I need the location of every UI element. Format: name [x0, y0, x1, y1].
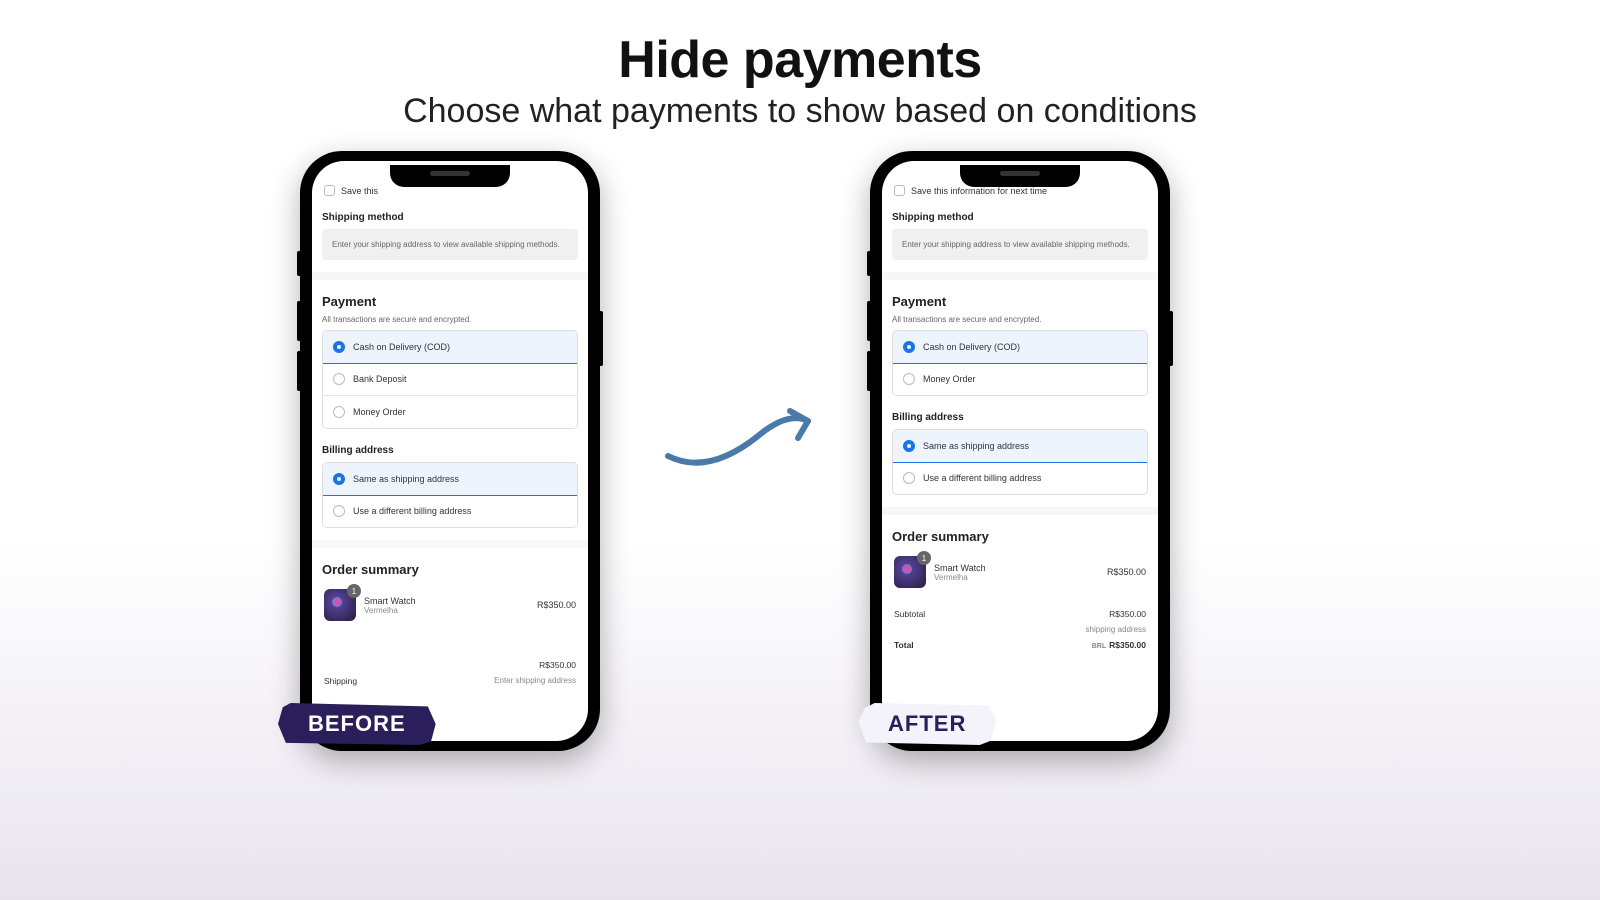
radio-icon	[903, 472, 915, 484]
order-summary-title: Order summary	[892, 529, 1148, 544]
product-image: 1	[324, 589, 356, 621]
payment-options: Cash on Delivery (COD) Money Order	[892, 330, 1148, 396]
payment-option-bank[interactable]: Bank Deposit	[323, 363, 577, 396]
payment-title: Payment	[892, 294, 1148, 309]
qty-badge: 1	[917, 551, 931, 565]
radio-icon	[903, 440, 915, 452]
total-value: R$350.00	[1109, 640, 1146, 650]
shipping-value: shipping address	[1086, 625, 1146, 634]
checkout-screen-before: Save this Shipping method Enter your shi…	[312, 181, 588, 741]
option-label: Use a different billing address	[923, 473, 1041, 483]
radio-icon	[903, 373, 915, 385]
product-variant: Vermelha	[364, 606, 529, 615]
before-badge: BEFORE	[278, 703, 436, 745]
radio-icon	[333, 373, 345, 385]
page-title: Hide payments	[0, 30, 1600, 90]
product-name: Smart Watch	[364, 596, 529, 606]
product-image: 1	[894, 556, 926, 588]
order-summary-title: Order summary	[322, 562, 578, 577]
radio-icon	[333, 341, 345, 353]
line-item: 1 Smart Watch Vermelha R$350.00	[322, 583, 578, 627]
payment-option-cod[interactable]: Cash on Delivery (COD)	[892, 330, 1148, 364]
billing-title: Billing address	[322, 445, 578, 456]
radio-icon	[903, 341, 915, 353]
shipping-label: Shipping	[324, 676, 357, 686]
arrow-icon	[658, 396, 828, 476]
option-label: Same as shipping address	[923, 441, 1029, 451]
after-badge: AFTER	[858, 703, 996, 745]
radio-icon	[333, 473, 345, 485]
billing-options: Same as shipping address Use a different…	[892, 429, 1148, 495]
billing-option-same[interactable]: Same as shipping address	[892, 429, 1148, 463]
subtotal-label: Subtotal	[894, 609, 925, 619]
total-label: Total	[894, 640, 914, 650]
save-info-row[interactable]: Save this information for next time	[892, 181, 1148, 204]
option-label: Money Order	[923, 374, 976, 384]
shipping-row: shipping address	[892, 622, 1148, 637]
product-name: Smart Watch	[934, 563, 1099, 573]
subtotal-row: Subtotal R$350.00	[892, 606, 1148, 622]
currency: BRL	[1092, 643, 1106, 650]
phone-after: Save this information for next time Ship…	[870, 151, 1170, 751]
phones-container: Save this Shipping method Enter your shi…	[0, 131, 1600, 851]
option-label: Money Order	[353, 407, 406, 417]
qty-badge: 1	[347, 584, 361, 598]
save-info-row[interactable]: Save this	[322, 181, 578, 204]
radio-icon	[333, 505, 345, 517]
line-item: 1 Smart Watch Vermelha R$350.00	[892, 550, 1148, 594]
payment-option-cod[interactable]: Cash on Delivery (COD)	[322, 330, 578, 364]
shipping-hint: Enter your shipping address to view avai…	[322, 229, 578, 260]
payment-title: Payment	[322, 294, 578, 309]
shipping-row: Shipping Enter shipping address	[322, 673, 578, 689]
shipping-method-title: Shipping method	[892, 212, 1148, 223]
subtotal-value: R$350.00	[1109, 609, 1146, 619]
option-label: Same as shipping address	[353, 474, 459, 484]
billing-option-different[interactable]: Use a different billing address	[893, 462, 1147, 494]
option-label: Cash on Delivery (COD)	[353, 342, 450, 352]
payment-option-money-order[interactable]: Money Order	[893, 363, 1147, 395]
shipping-method-title: Shipping method	[322, 212, 578, 223]
option-label: Use a different billing address	[353, 506, 471, 516]
shipping-hint: Enter your shipping address to view avai…	[892, 229, 1148, 260]
total-row: Total BRLR$350.00	[892, 637, 1148, 653]
payment-subtitle: All transactions are secure and encrypte…	[322, 315, 578, 324]
product-variant: Vermelha	[934, 573, 1099, 582]
heading: Hide payments Choose what payments to sh…	[0, 0, 1600, 131]
page-subtitle: Choose what payments to show based on co…	[0, 92, 1600, 131]
save-info-label: Save this	[341, 186, 378, 196]
option-label: Cash on Delivery (COD)	[923, 342, 1020, 352]
checkbox-icon[interactable]	[894, 185, 905, 196]
phone-before: Save this Shipping method Enter your shi…	[300, 151, 600, 751]
billing-option-different[interactable]: Use a different billing address	[323, 495, 577, 527]
payment-subtitle: All transactions are secure and encrypte…	[892, 315, 1148, 324]
save-info-label: Save this information for next time	[911, 186, 1047, 196]
product-price: R$350.00	[537, 600, 576, 610]
payment-options: Cash on Delivery (COD) Bank Deposit Mone…	[322, 330, 578, 429]
checkbox-icon[interactable]	[324, 185, 335, 196]
product-price: R$350.00	[1107, 567, 1146, 577]
shipping-value: Enter shipping address	[494, 676, 576, 686]
option-label: Bank Deposit	[353, 374, 407, 384]
checkout-screen-after: Save this information for next time Ship…	[882, 181, 1158, 741]
billing-option-same[interactable]: Same as shipping address	[322, 462, 578, 496]
billing-options: Same as shipping address Use a different…	[322, 462, 578, 528]
radio-icon	[333, 406, 345, 418]
payment-option-money-order[interactable]: Money Order	[323, 396, 577, 428]
subtotal-value: R$350.00	[539, 660, 576, 670]
subtotal-row: R$350.00	[322, 657, 578, 673]
billing-title: Billing address	[892, 412, 1148, 423]
